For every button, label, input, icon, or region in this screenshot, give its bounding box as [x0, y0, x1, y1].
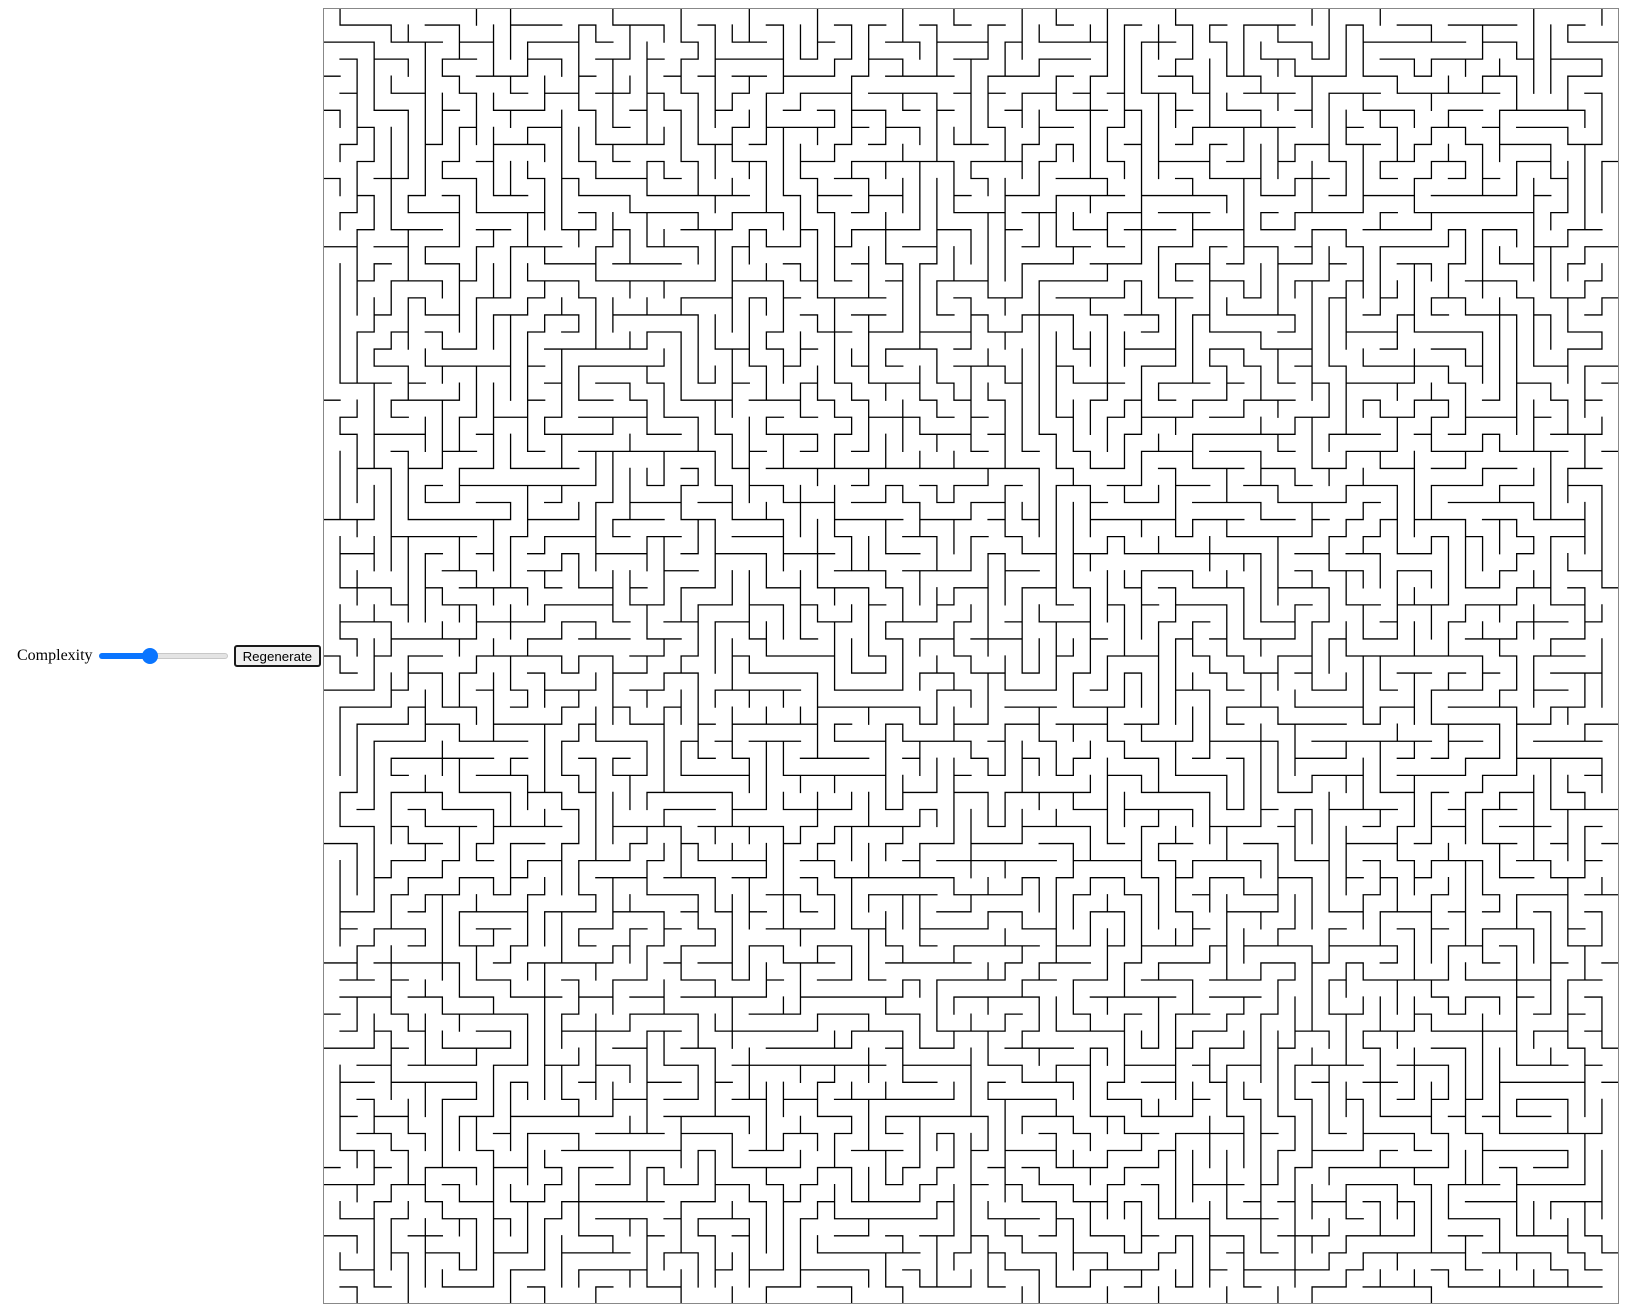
maze-board [323, 8, 1619, 1304]
complexity-label: Complexity [17, 647, 93, 664]
slider-thumb[interactable] [141, 648, 158, 664]
complexity-slider[interactable] [98, 648, 228, 664]
maze-controls: Complexity Regenerate [17, 645, 322, 667]
maze-walls [323, 8, 1619, 1304]
regenerate-button[interactable]: Regenerate [233, 645, 322, 667]
maze-canvas [323, 8, 1619, 1304]
